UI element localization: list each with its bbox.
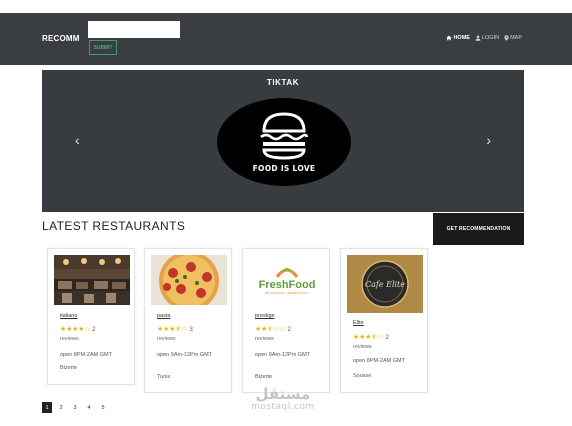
logo-text: FOOD IS LOVE (253, 164, 316, 173)
restaurant-name[interactable]: pasta (157, 313, 170, 319)
home-icon (446, 35, 453, 41)
restaurant-image[interactable] (54, 255, 130, 305)
opening-hours: open 8PM-2AM GMT (60, 352, 112, 358)
stars-glyphs: ★★★⯪☆ (353, 334, 384, 341)
watermark: مستقل mostaql.com (251, 386, 315, 412)
watermark-text: mostaql.com (251, 402, 315, 412)
page-2[interactable]: 2 (56, 402, 66, 413)
rating-stars: ★★⯪☆☆ 2 (255, 325, 291, 336)
stars-glyphs: ★★⯪☆☆ (255, 326, 286, 333)
restaurant-name[interactable]: italiano (60, 313, 77, 319)
nav-map[interactable]: MAP (504, 35, 522, 41)
freshfood-tagline: BE CREATIVE · BE BEAUTIFUL (265, 291, 309, 295)
restaurant-name[interactable]: prestige (255, 313, 275, 319)
freshfood-title: FreshFood (259, 279, 316, 291)
elite-logo-text: Cafe Elite (365, 280, 405, 289)
stars-glyphs: ★★★★☆ (60, 326, 91, 333)
search-input[interactable] (88, 21, 180, 38)
restaurant-name[interactable]: Elite (353, 320, 364, 326)
restaurant-image[interactable] (151, 255, 227, 305)
nav-links: HOME LOGIN MAP (446, 35, 522, 41)
submit-button[interactable]: SUBMIT (89, 40, 117, 55)
page-4[interactable]: 4 (84, 402, 94, 413)
carousel-title: TIKTAK (266, 78, 300, 87)
nav-map-label: MAP (510, 35, 522, 41)
review-count: 2 (385, 335, 389, 341)
review-count: 2 (287, 327, 291, 333)
rating-stars: ★★★⯪☆ 3 (157, 325, 193, 336)
opening-hours: open 9Am-12Pm GMT (157, 352, 213, 358)
top-navbar: RECOMM SUBMIT HOME LOGIN MAP (0, 13, 572, 65)
reviews-label: reviews (255, 336, 274, 342)
user-icon (475, 35, 481, 41)
carousel-prev-icon[interactable]: ‹ (75, 132, 80, 148)
map-pin-icon (504, 35, 509, 41)
review-count: 3 (189, 327, 193, 333)
page-1[interactable]: 1 (42, 402, 52, 413)
food-is-love-logo: FOOD IS LOVE (217, 98, 351, 186)
page-5[interactable]: 5 (98, 402, 108, 413)
restaurant-city: Bizerte (60, 365, 78, 371)
stars-glyphs: ★★★⯪☆ (157, 326, 188, 333)
watermark-logo: مستقل (255, 385, 311, 403)
featured-carousel: TIKTAK ‹ FOOD IS LOVE › (42, 70, 524, 212)
nav-login-label: LOGIN (481, 35, 500, 41)
restaurant-image[interactable]: Cafe Elite (347, 255, 423, 313)
restaurant-card[interactable]: pasta ★★★⯪☆ 3 reviews open 9Am-12Pm GMT … (144, 248, 232, 393)
opening-hours: open 9Am-12Pm GMT (255, 352, 311, 358)
restaurant-city: Sousse (353, 373, 372, 379)
reviews-label: reviews (157, 336, 176, 342)
restaurant-city: Tunis (157, 374, 171, 380)
reviews-label: reviews (60, 336, 79, 342)
restaurant-city: Bizerte (255, 374, 273, 380)
pagination: 1 2 3 4 5 (42, 402, 108, 413)
restaurant-image[interactable]: FreshFood BE CREATIVE · BE BEAUTIFUL (249, 255, 325, 305)
restaurant-card[interactable]: italiano ★★★★☆ 2 reviews open 8PM-2AM GM… (47, 248, 135, 385)
brand-logo[interactable]: RECOMM (42, 34, 80, 43)
rating-stars: ★★★★☆ 2 (60, 325, 95, 333)
restaurant-card[interactable]: FreshFood BE CREATIVE · BE BEAUTIFUL pre… (242, 248, 330, 393)
carousel-next-icon[interactable]: › (486, 132, 491, 148)
nav-home-label: HOME (453, 35, 470, 41)
nav-home[interactable]: HOME (446, 35, 470, 41)
opening-hours: open 8PM-2AM GMT (353, 358, 405, 364)
reviews-label: reviews (353, 344, 372, 350)
nav-login[interactable]: LOGIN (475, 35, 499, 41)
restaurant-card[interactable]: Cafe Elite Elite ★★★⯪☆ 2 reviews open 8P… (340, 248, 428, 393)
section-title: LATEST RESTAURANTS (42, 219, 186, 233)
rating-stars: ★★★⯪☆ 2 (353, 333, 389, 344)
review-count: 2 (92, 327, 96, 333)
page-3[interactable]: 3 (70, 402, 80, 413)
get-recommendation-button[interactable]: GET RECOMMENDATION (433, 213, 524, 245)
